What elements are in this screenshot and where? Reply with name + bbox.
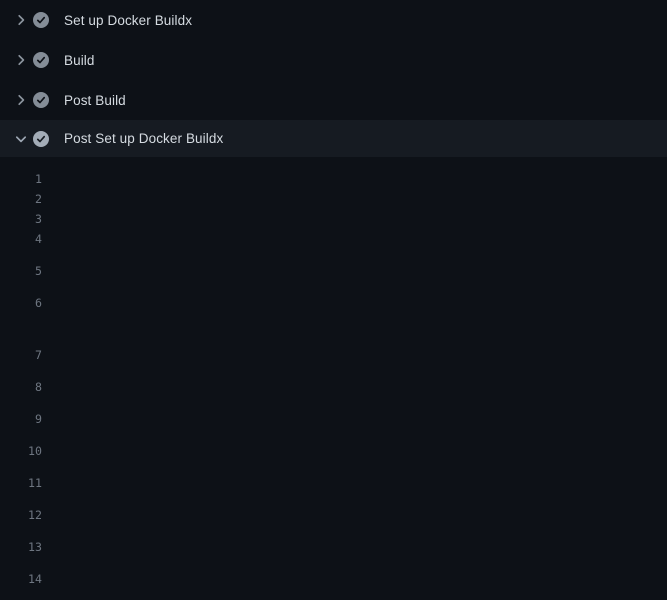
check-circle-icon [33, 52, 49, 68]
chevron-down-icon [13, 131, 29, 147]
log-line: 9 time="2021-04-23T18:02:37Z" level=warn… [0, 409, 667, 441]
step-label: Set up Docker Buildx [64, 13, 192, 28]
actions-log-viewer: Set up Docker Buildx Build Post Build [0, 0, 667, 600]
line-number[interactable]: 14 [0, 569, 42, 589]
step-post-set-up-docker-buildx[interactable]: Post Set up Docker Buildx [0, 120, 667, 157]
log-line: 14 time="2021-04-23T18:02:38Z" level=deb… [0, 569, 667, 600]
check-circle-icon [33, 12, 49, 28]
log-line: 4 time="2021-04-23T18:02:37Z" level=info… [0, 229, 667, 261]
line-number[interactable]: 5 [0, 261, 42, 281]
line-number[interactable]: 3 [0, 209, 42, 229]
check-circle-icon [33, 92, 49, 108]
line-number[interactable]: 4 [0, 229, 42, 249]
chevron-right-icon [13, 92, 29, 108]
log-line: 11 time="2021-04-23T18:02:38Z" level=deb… [0, 473, 667, 505]
check-circle-icon [33, 131, 49, 147]
step-set-up-docker-buildx[interactable]: Set up Docker Buildx [0, 0, 667, 40]
line-number[interactable]: 2 [0, 189, 42, 209]
step-list: Set up Docker Buildx Build Post Build [0, 0, 667, 157]
line-number[interactable]: 1 [0, 169, 42, 189]
line-number[interactable]: 12 [0, 505, 42, 525]
step-label: Post Build [64, 93, 126, 108]
chevron-right-icon [13, 52, 29, 68]
log-line: 5 time="2021-04-23T18:02:37Z" level=warn… [0, 261, 667, 293]
line-number[interactable]: 9 [0, 409, 42, 429]
log-line: 2 ▼ BuildKit container logs [0, 189, 667, 209]
log-line: 8 time="2021-04-23T18:02:37Z" level=info… [0, 377, 667, 409]
log-content: 1 Post job cleanup. 2 ▼ BuildKit contain… [0, 157, 667, 600]
chevron-right-icon [13, 12, 29, 28]
line-number[interactable]: 8 [0, 377, 42, 397]
line-number[interactable]: 10 [0, 441, 42, 461]
line-number[interactable]: 11 [0, 473, 42, 493]
log-line: linux/riscv64 linux/ppc64le linux/s390x … [0, 325, 667, 345]
line-number[interactable]: 13 [0, 537, 42, 557]
log-line: 13 time="2021-04-23T18:02:38Z" level=deb… [0, 537, 667, 569]
line-number[interactable]: 7 [0, 345, 42, 365]
step-label: Build [64, 53, 95, 68]
log-line: 3 /usr/bin/docker logs buildx_buildkit_b… [0, 209, 667, 229]
line-number[interactable]: 6 [0, 293, 42, 313]
log-line: 10 time="2021-04-23T18:02:37Z" level=inf… [0, 441, 667, 473]
log-line: 7 time="2021-04-23T18:02:37Z" level=warn… [0, 345, 667, 377]
log-line: 1 Post job cleanup. [0, 169, 667, 189]
step-build[interactable]: Build [0, 40, 667, 80]
log-line: 12 time="2021-04-23T18:02:38Z" level=deb… [0, 505, 667, 537]
log-line: 6 time="2021-04-23T18:02:37Z" level=info… [0, 293, 667, 325]
step-label: Post Set up Docker Buildx [64, 131, 223, 146]
step-post-build[interactable]: Post Build [0, 80, 667, 120]
